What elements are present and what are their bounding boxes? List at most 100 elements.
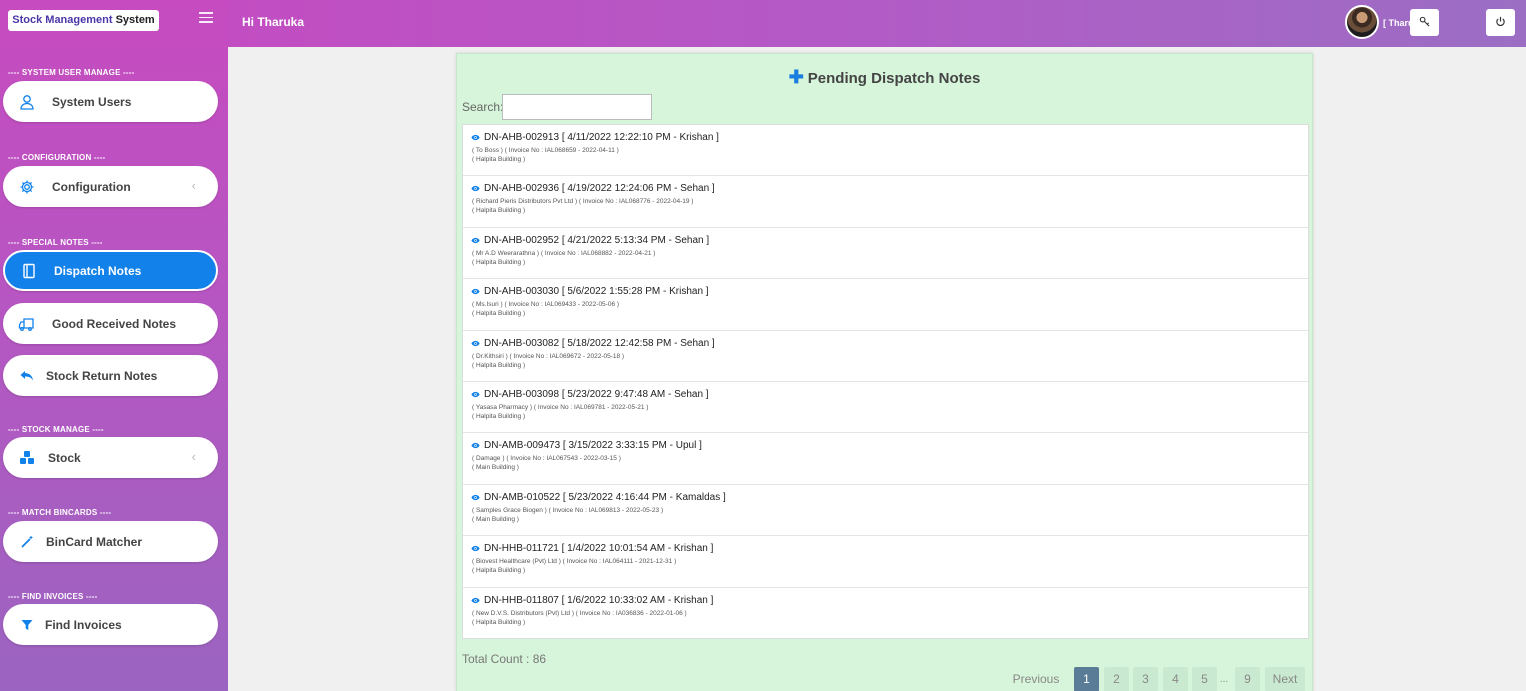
dispatch-note-title: DN-AMB-010522 [ 5/23/2022 4:16:44 PM - K… <box>484 491 726 503</box>
list-item[interactable]: DN-HHB-011721 [ 1/4/2022 10:01:54 AM - K… <box>463 536 1308 588</box>
dispatch-note-link[interactable]: DN-AHB-002936 [ 4/19/2022 12:24:06 PM - … <box>471 183 1308 194</box>
dispatch-note-details: ( Biovest Healthcare (Pvt) Ltd ) ( Invoi… <box>472 558 677 566</box>
list-item[interactable]: DN-AHB-003030 [ 5/6/2022 1:55:28 PM - Kr… <box>463 279 1308 331</box>
filter-icon <box>17 615 37 635</box>
eye-icon <box>471 134 480 141</box>
gear-icon <box>17 177 37 197</box>
dispatch-note-location: ( Main Building ) <box>472 464 519 472</box>
boxes-icon <box>17 448 37 468</box>
dispatch-note-title: DN-AHB-002952 [ 4/21/2022 5:13:34 PM - S… <box>484 234 710 246</box>
panel-title: ✚ Pending Dispatch Notes <box>457 67 1312 88</box>
dispatch-note-link[interactable]: DN-AMB-009473 [ 3/15/2022 3:33:15 PM - U… <box>471 440 1308 451</box>
magic-wand-icon <box>17 532 37 552</box>
dispatch-note-location: ( Halpita Building ) <box>472 412 526 420</box>
list-item[interactable]: DN-HHB-011807 [ 1/6/2022 10:33:02 AM - K… <box>463 588 1308 639</box>
sidebar-item-good-received-notes[interactable]: Good Received Notes <box>3 303 218 344</box>
eye-icon <box>471 237 480 243</box>
pagination-page-3[interactable]: 3 <box>1133 667 1158 691</box>
dispatch-note-title: DN-AMB-009473 [ 3/15/2022 3:33:15 PM - U… <box>484 440 702 452</box>
dispatch-note-location: ( Halpita Building ) <box>472 156 526 163</box>
dispatch-note-details: ( Mr A.D Weerarathna ) ( Invoice No : IA… <box>472 249 656 257</box>
dispatch-note-link[interactable]: DN-HHB-011721 [ 1/4/2022 10:01:54 AM - K… <box>471 543 1308 554</box>
pagination-page-9[interactable]: 9 <box>1235 667 1260 691</box>
dispatch-note-location: ( Halpita Building ) <box>472 310 526 318</box>
list-item[interactable]: DN-AHB-003082 [ 5/18/2022 12:42:58 PM - … <box>463 331 1308 382</box>
plus-icon: ✚ <box>788 67 804 87</box>
sidebar-item-label: Stock Return Notes <box>46 368 158 383</box>
dispatch-note-location: ( Main Building ) <box>472 515 519 523</box>
dispatch-note-title: DN-AHB-003098 [ 5/23/2022 9:47:48 AM - S… <box>484 388 709 400</box>
search-label: Search: <box>462 100 504 114</box>
dispatch-note-location: ( Halpita Building ) <box>472 207 526 215</box>
eye-icon <box>471 546 480 552</box>
power-icon <box>1495 16 1506 30</box>
pagination-previous-button[interactable]: Previous <box>1006 667 1066 691</box>
section-title-special-notes: ---- SPECIAL NOTES ---- <box>8 238 103 247</box>
user-icon <box>17 92 37 112</box>
sidebar-item-bincard-matcher[interactable]: BinCard Matcher <box>3 521 218 562</box>
section-title-system-user: ---- SYSTEM USER MANAGE ---- <box>8 68 135 77</box>
key-icon <box>1419 16 1430 30</box>
pagination-page-4[interactable]: 4 <box>1163 667 1188 691</box>
dispatch-note-title: DN-HHB-011721 [ 1/4/2022 10:01:54 AM - K… <box>484 543 714 555</box>
dispatch-note-details: ( To Boss ) ( Invoice No : IAL068659 - 2… <box>472 147 619 154</box>
sidebar-item-stock-return-notes[interactable]: Stock Return Notes <box>3 355 218 396</box>
dispatch-note-link[interactable]: DN-HHB-011807 [ 1/6/2022 10:33:02 AM - K… <box>471 595 1308 606</box>
section-title-stock-manage: ---- STOCK MANAGE ---- <box>8 425 104 434</box>
list-item[interactable]: DN-AMB-010522 [ 5/23/2022 4:16:44 PM - K… <box>463 485 1308 537</box>
dispatch-note-link[interactable]: DN-AHB-003030 [ 5/6/2022 1:55:28 PM - Kr… <box>471 286 1308 297</box>
sidebar-item-find-invoices[interactable]: Find Invoices <box>3 604 218 645</box>
pagination-next-button[interactable]: Next <box>1265 667 1305 691</box>
dispatch-note-link[interactable]: DN-AHB-002952 [ 4/21/2022 5:13:34 PM - S… <box>471 235 1308 246</box>
hamburger-menu-icon[interactable] <box>199 12 213 23</box>
brand-logo[interactable]: Stock Management System <box>8 10 159 31</box>
sidebar-item-label: Find Invoices <box>45 617 122 632</box>
sidebar-item-label: Dispatch Notes <box>54 263 142 278</box>
avatar[interactable] <box>1345 5 1379 39</box>
dispatch-note-location: ( Halpita Building ) <box>472 567 526 575</box>
eye-icon <box>471 597 480 603</box>
sidebar-item-configuration[interactable]: Configuration ‹ <box>3 166 218 207</box>
dispatch-note-location: ( Halpita Building ) <box>472 361 526 369</box>
eye-icon <box>471 391 480 398</box>
pagination-page-2[interactable]: 2 <box>1104 667 1129 691</box>
dispatch-note-location: ( Halpita Building ) <box>472 618 526 626</box>
greeting-text: Hi Tharuka <box>242 15 305 29</box>
total-count: Total Count : 86 <box>462 652 547 666</box>
list-item[interactable]: DN-AMB-009473 [ 3/15/2022 3:33:15 PM - U… <box>463 433 1308 485</box>
sidebar-item-label: Configuration <box>52 179 131 194</box>
sidebar-item-label: BinCard Matcher <box>46 534 143 549</box>
dispatch-note-link[interactable]: DN-AMB-010522 [ 5/23/2022 4:16:44 PM - K… <box>471 492 1308 503</box>
dispatch-note-details: ( Yasasa Pharmacy ) ( Invoice No : IAL06… <box>472 403 649 411</box>
list-item[interactable]: DN-AHB-002952 [ 4/21/2022 5:13:34 PM - S… <box>463 228 1308 280</box>
change-password-button[interactable] <box>1410 9 1439 36</box>
dispatch-note-details: ( Damage ) ( Invoice No : IAL067543 - 20… <box>472 455 621 463</box>
eye-icon <box>471 186 480 192</box>
search-input[interactable] <box>502 94 652 120</box>
sidebar-item-system-users[interactable]: System Users <box>3 81 218 122</box>
list-item[interactable]: DN-AHB-003098 [ 5/23/2022 9:47:48 AM - S… <box>463 382 1308 434</box>
dispatch-note-link[interactable]: DN-AHB-003098 [ 5/23/2022 9:47:48 AM - S… <box>471 389 1308 400</box>
sidebar-item-stock[interactable]: Stock ‹ <box>3 437 218 478</box>
dispatch-note-details: ( Richard Pieris Distributors Pvt Ltd ) … <box>472 198 694 206</box>
truck-icon <box>17 314 37 334</box>
logout-button[interactable] <box>1486 9 1515 36</box>
dispatch-note-link[interactable]: DN-AHB-002913 [ 4/11/2022 12:22:10 PM - … <box>471 132 1308 143</box>
dispatch-note-title: DN-HHB-011807 [ 1/6/2022 10:33:02 AM - K… <box>484 594 714 606</box>
list-item[interactable]: DN-AHB-002936 [ 4/19/2022 12:24:06 PM - … <box>463 176 1308 228</box>
dispatch-note-location: ( Halpita Building ) <box>472 258 526 266</box>
dispatch-note-title: DN-AHB-003082 [ 5/18/2022 12:42:58 PM - … <box>484 337 715 349</box>
sidebar-item-label: Stock <box>48 450 81 465</box>
sidebar-item-dispatch-notes[interactable]: Dispatch Notes <box>3 250 218 291</box>
pagination-page-1[interactable]: 1 <box>1074 667 1099 691</box>
chevron-left-icon: ‹ <box>191 449 196 464</box>
dispatch-note-details: ( Ms.Isuri ) ( Invoice No : IAL069433 - … <box>472 301 620 309</box>
list-item[interactable]: DN-AHB-002913 [ 4/11/2022 12:22:10 PM - … <box>463 125 1308 177</box>
eye-icon <box>471 494 480 500</box>
top-bar: Hi Tharuka [ TharukaD ] <box>228 0 1526 47</box>
brand-name-part1: Stock Management <box>12 14 113 26</box>
panel-title-text: Pending Dispatch Notes <box>807 70 981 87</box>
dispatch-note-link[interactable]: DN-AHB-003082 [ 5/18/2022 12:42:58 PM - … <box>471 338 1308 349</box>
section-title-match-bincards: ---- MATCH BINCARDS ---- <box>8 508 112 517</box>
eye-icon <box>471 443 480 449</box>
